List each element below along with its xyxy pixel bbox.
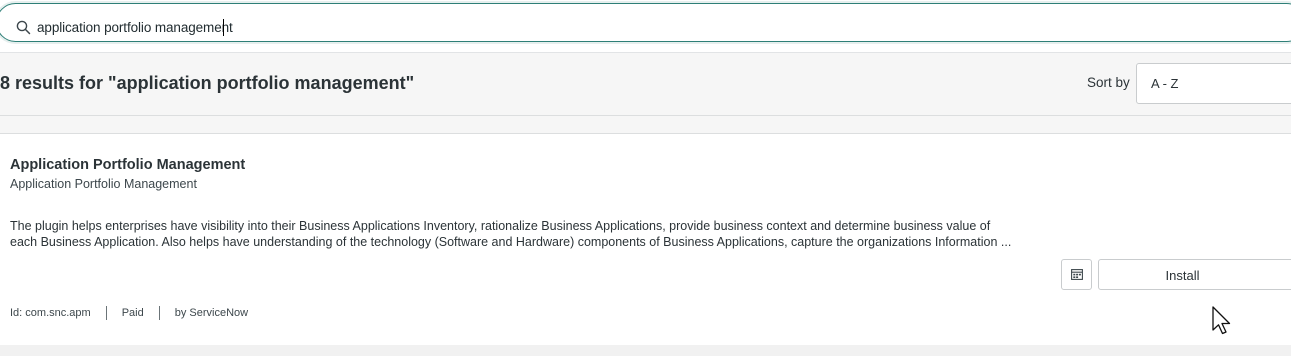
- results-count-title: 8 results for "application portfolio man…: [0, 73, 415, 93]
- search-box[interactable]: [0, 3, 1291, 42]
- calendar-grid-icon: [1071, 269, 1083, 280]
- card-title[interactable]: Application Portfolio Management: [10, 157, 245, 173]
- result-card: Application Portfolio Management Applica…: [0, 133, 1291, 346]
- next-card-edge: [0, 345, 1291, 356]
- results-gap: [0, 116, 1291, 133]
- card-description-line: The plugin helps enterprises have visibi…: [10, 219, 991, 233]
- app-id: Id: com.snc.apm: [10, 307, 91, 319]
- meta-divider: [105, 306, 107, 320]
- card-meta-row: Id: com.snc.apm Paid by ServiceNow: [10, 305, 248, 321]
- sort-selected-value: A - Z: [1151, 76, 1179, 91]
- sort-by-label: Sort by: [1087, 75, 1130, 90]
- pricing-label: Paid: [121, 307, 144, 319]
- card-description: The plugin helps enterprises have visibi…: [10, 218, 1012, 250]
- text-caret: [223, 19, 224, 36]
- card-subtitle: Application Portfolio Management: [10, 177, 197, 191]
- install-button[interactable]: Install: [1098, 259, 1291, 290]
- search-icon: [16, 20, 31, 35]
- sort-select[interactable]: A - Z: [1136, 63, 1291, 104]
- search-band: [0, 0, 1291, 53]
- search-input[interactable]: [37, 16, 937, 38]
- details-button[interactable]: [1061, 259, 1092, 290]
- vendor-label: by ServiceNow: [174, 307, 249, 319]
- results-header: 8 results for "application portfolio man…: [0, 53, 1291, 116]
- store-search-page: 8 results for "application portfolio man…: [0, 0, 1291, 356]
- meta-divider: [158, 306, 160, 320]
- mouse-pointer-icon: [1212, 306, 1231, 335]
- card-description-line: each Business Application. Also helps ha…: [10, 235, 1012, 249]
